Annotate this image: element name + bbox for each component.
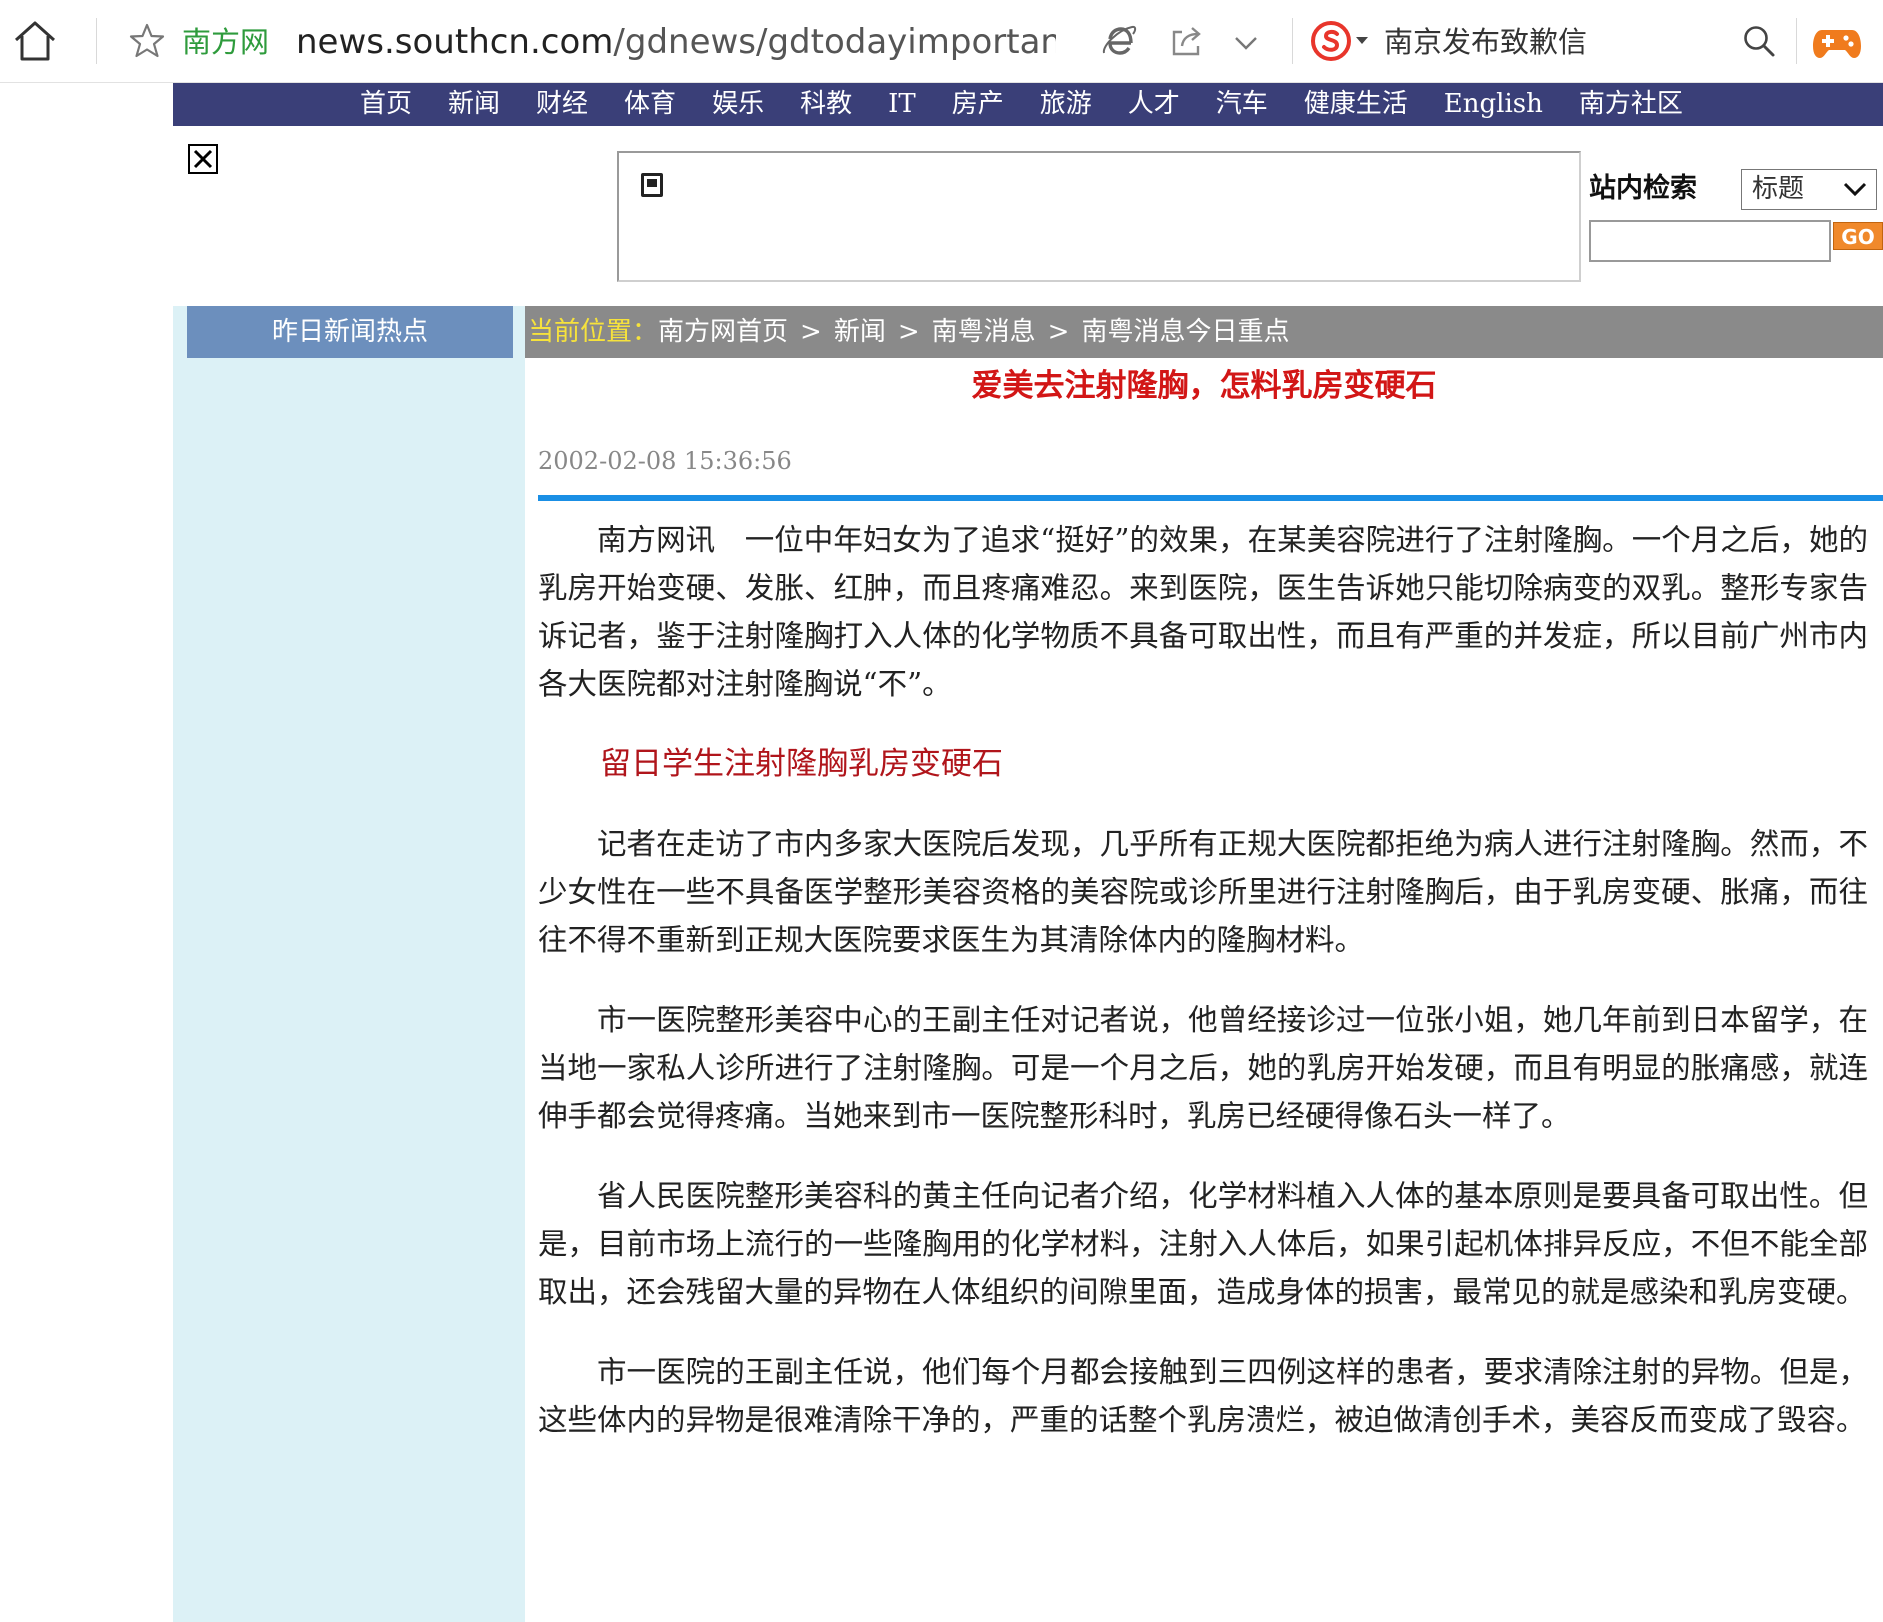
broken-image-icon: [188, 144, 218, 174]
share-icon[interactable]: [1168, 22, 1206, 60]
browser-search-text[interactable]: 南京发布致歉信: [1384, 22, 1587, 62]
search-type-value: 标题: [1752, 174, 1805, 204]
browser-toolbar: 南方网 news.southcn.com/gdnews/gdtodayimpor…: [0, 0, 1883, 83]
go-button[interactable]: GO: [1833, 222, 1883, 250]
toolbar-divider: [1796, 18, 1797, 64]
nav-item[interactable]: 南方社区: [1561, 83, 1701, 126]
breadcrumb-link[interactable]: 南粤消息今日重点: [1081, 317, 1289, 347]
nav-item[interactable]: English: [1426, 83, 1561, 126]
nav-item[interactable]: IT: [870, 83, 934, 126]
url-path: /gdnews/gdtodayimportant/200: [613, 22, 1056, 62]
article-paragraph: 市一医院整形美容中心的王副主任对记者说，他曾经接诊过一位张小姐，她几年前到日本留…: [538, 1003, 1868, 1133]
breadcrumb: 当前位置：南方网首页 > 新闻 > 南粤消息 > 南粤消息今日重点: [525, 306, 1883, 358]
nav-list: 首页 新闻 财经 体育 娱乐 科教 IT 房产 旅游 人才 汽车 健康生活 English 南方社区: [360, 83, 1701, 126]
site-name: 南方网: [182, 25, 270, 59]
breadcrumb-separator: >: [897, 317, 920, 347]
article-title: 爱美去注射隆胸，怎料乳房变硬石: [971, 368, 1437, 404]
sidebar: [173, 306, 525, 1622]
article-body: 南方网讯 一位中年妇女为了追求“挺好”的效果，在某美容院进行了注射隆胸。一个月之…: [538, 516, 1868, 1476]
breadcrumb-link[interactable]: 南粤消息: [932, 317, 1036, 347]
sogou-icon[interactable]: [1310, 20, 1352, 62]
article-date: 2002-02-08 15:36:56: [538, 447, 792, 475]
breadcrumb-link[interactable]: 南方网首页: [658, 317, 788, 347]
nav-item[interactable]: 财经: [518, 83, 606, 126]
nav-item[interactable]: 娱乐: [694, 83, 782, 126]
chevron-down-icon: [1843, 182, 1867, 197]
breadcrumb-separator: >: [800, 317, 822, 347]
image-placeholder-icon: [641, 173, 663, 197]
article-paragraph: 南方网讯 一位中年妇女为了追求“挺好”的效果，在某美容院进行了注射隆胸。一个月之…: [538, 523, 1868, 701]
nav-item[interactable]: 科教: [782, 83, 870, 126]
nav-item[interactable]: 健康生活: [1286, 83, 1426, 126]
article-paragraph: 记者在走访了市内多家大医院后发现，几乎所有正规大医院都拒绝为病人进行注射隆胸。然…: [538, 827, 1868, 957]
breadcrumb-items: 南方网首页 > 新闻 > 南粤消息 > 南粤消息今日重点: [658, 317, 1289, 347]
nav-item[interactable]: 体育: [606, 83, 694, 126]
url-host: news.southcn.com: [296, 22, 614, 62]
nav-item[interactable]: 房产: [934, 83, 1022, 126]
sidebar-heading[interactable]: 昨日新闻热点: [187, 306, 513, 358]
search-type-select[interactable]: 标题: [1741, 169, 1877, 210]
chevron-down-icon[interactable]: [1230, 26, 1262, 58]
nav-item[interactable]: 新闻: [430, 83, 518, 126]
breadcrumb-lead: 当前位置：: [528, 317, 659, 347]
article-paragraph: 省人民医院整形美容科的黄主任向记者介绍，化学材料植入人体的基本原则是要具备可取出…: [538, 1179, 1868, 1309]
title-divider: [538, 495, 1883, 501]
article-subheading: 留日学生注射隆胸乳房变硬石: [600, 746, 1003, 782]
breadcrumb-link[interactable]: 新闻: [834, 317, 886, 347]
nav-item[interactable]: 旅游: [1022, 83, 1110, 126]
nav-item[interactable]: 人才: [1110, 83, 1198, 126]
caret-down-icon[interactable]: [1355, 36, 1369, 46]
star-icon[interactable]: [128, 22, 166, 60]
nav-item[interactable]: 汽车: [1198, 83, 1286, 126]
toolbar-divider: [1292, 18, 1293, 64]
home-icon[interactable]: [12, 18, 58, 64]
address-bar[interactable]: news.southcn.com/gdnews/gdtodayimportant…: [296, 20, 1056, 64]
ie-icon[interactable]: [1100, 22, 1138, 60]
ad-frame: [617, 151, 1581, 282]
site-search-label: 站内检索: [1589, 173, 1697, 204]
article-paragraph: 市一医院的王副主任说，他们每个月都会接触到三四例这样的患者，要求清除注射的异物。…: [538, 1355, 1868, 1437]
search-icon[interactable]: [1740, 22, 1778, 60]
site-nav: 首页 新闻 财经 体育 娱乐 科教 IT 房产 旅游 人才 汽车 健康生活 English 南方社区: [173, 83, 1883, 126]
site-search-input[interactable]: [1589, 220, 1831, 262]
nav-item[interactable]: 首页: [360, 83, 430, 126]
gamepad-icon[interactable]: [1812, 20, 1862, 64]
toolbar-divider: [96, 18, 97, 64]
breadcrumb-separator: >: [1047, 317, 1070, 347]
